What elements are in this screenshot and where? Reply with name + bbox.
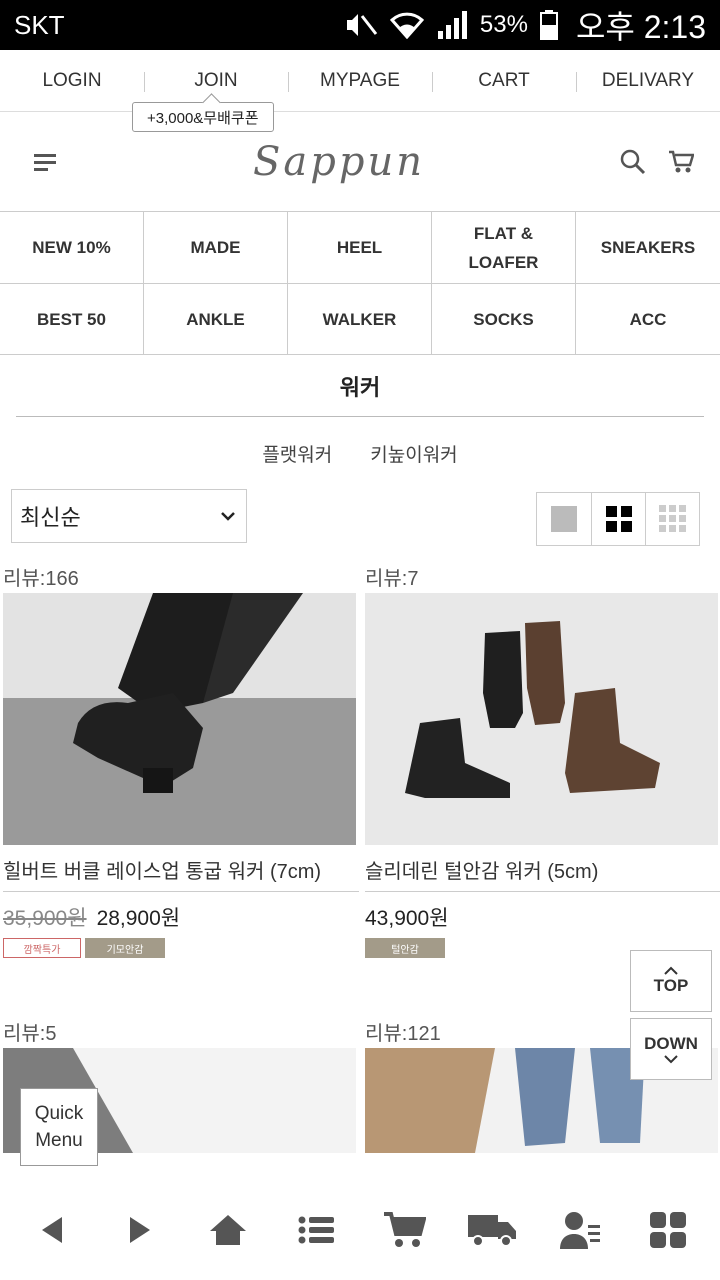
cart-button[interactable] bbox=[374, 1200, 434, 1260]
nav-delivery[interactable]: DELIVARY bbox=[576, 50, 720, 111]
mute-icon bbox=[346, 14, 378, 36]
scroll-down-label: DOWN bbox=[644, 1034, 698, 1053]
nav-login[interactable]: LOGIN bbox=[0, 50, 144, 111]
arrow-left-icon bbox=[42, 1217, 62, 1243]
bottom-toolbar bbox=[0, 1180, 720, 1280]
list-icon bbox=[298, 1216, 334, 1244]
category-flat-loafer[interactable]: FLAT & LOAFER bbox=[432, 212, 576, 283]
sort-select[interactable]: 최신순 bbox=[11, 489, 247, 543]
wifi-icon bbox=[389, 12, 424, 39]
list-toolbar: 최신순 bbox=[0, 489, 720, 565]
view-toggle bbox=[536, 492, 700, 546]
apps-button[interactable] bbox=[638, 1200, 698, 1260]
quick-menu-button[interactable]: Quick Menu bbox=[20, 1088, 98, 1166]
site-header: Sappun bbox=[0, 112, 720, 212]
battery-percent: 53% bbox=[479, 11, 528, 38]
product-card[interactable]: 리뷰:7 슬리데린 털안감 워커 (5cm) 43,900원 털안감 bbox=[365, 565, 720, 958]
sort-value: 최신순 bbox=[20, 505, 81, 530]
product-name[interactable]: 힐버트 버클 레이스업 통굽 워커 (7cm) bbox=[3, 845, 359, 892]
sale-price: 28,900원 bbox=[96, 907, 181, 930]
user-icon bbox=[560, 1212, 600, 1249]
sale-price: 43,900원 bbox=[365, 907, 449, 930]
cart-icon[interactable] bbox=[668, 150, 694, 174]
scroll-down-button[interactable]: DOWN bbox=[630, 1018, 712, 1080]
grid-icon bbox=[650, 1212, 686, 1248]
product-grid: 리뷰:166 힐버트 버클 레이스업 통굽 워커 (7cm) 35,900원 2… bbox=[0, 565, 720, 1153]
single-view-icon bbox=[551, 506, 577, 532]
view-single-button[interactable] bbox=[537, 493, 591, 545]
carrier-label: SKT bbox=[14, 9, 65, 40]
product-badge: 깜짝특가 bbox=[3, 938, 81, 958]
category-grid: NEW 10% MADE HEEL FLAT & LOAFER SNEAKERS… bbox=[0, 212, 720, 355]
review-count: 리뷰:166 bbox=[3, 568, 79, 590]
category-new[interactable]: NEW 10% bbox=[0, 212, 144, 283]
top-nav: LOGIN JOIN MYPAGE CART DELIVARY bbox=[0, 50, 720, 112]
scroll-top-label: TOP bbox=[653, 976, 689, 995]
category-made[interactable]: MADE bbox=[144, 212, 288, 283]
status-bar: SKT 53% 오후 2:13 bbox=[0, 0, 720, 50]
menu-icon[interactable] bbox=[34, 152, 58, 172]
view-double-button[interactable] bbox=[591, 493, 645, 545]
chevron-up-icon bbox=[664, 966, 678, 975]
category-best50[interactable]: BEST 50 bbox=[0, 283, 144, 354]
product-price: 43,900원 bbox=[365, 892, 720, 932]
subcategory-list: 플랫워커 키높이워커 bbox=[0, 417, 720, 489]
home-button[interactable] bbox=[198, 1200, 258, 1260]
battery-icon bbox=[539, 10, 558, 40]
category-socks[interactable]: SOCKS bbox=[432, 283, 576, 354]
view-triple-button[interactable] bbox=[645, 493, 699, 545]
list-button[interactable] bbox=[286, 1200, 346, 1260]
cart-icon bbox=[384, 1212, 426, 1247]
chevron-down-icon bbox=[664, 1055, 678, 1064]
page-title: 워커 bbox=[16, 355, 704, 417]
truck-icon bbox=[468, 1215, 516, 1247]
subcategory-flat-walker[interactable]: 플랫워커 bbox=[262, 440, 332, 467]
nav-mypage[interactable]: MYPAGE bbox=[288, 50, 432, 111]
original-price: 35,900원 bbox=[3, 907, 87, 930]
back-button[interactable] bbox=[22, 1200, 82, 1260]
review-count: 리뷰:7 bbox=[365, 568, 419, 590]
delivery-button[interactable] bbox=[462, 1200, 522, 1260]
review-count: 리뷰:5 bbox=[3, 1023, 57, 1045]
category-ankle[interactable]: ANKLE bbox=[144, 283, 288, 354]
signal-icon bbox=[437, 11, 467, 39]
logo[interactable]: Sappun bbox=[253, 139, 425, 185]
grid-2-icon bbox=[605, 506, 632, 532]
scroll-top-button[interactable]: TOP bbox=[630, 950, 712, 1012]
forward-button[interactable] bbox=[110, 1200, 170, 1260]
product-image[interactable] bbox=[3, 593, 356, 845]
product-image[interactable] bbox=[365, 593, 718, 845]
category-acc[interactable]: ACC bbox=[576, 283, 720, 354]
chevron-down-icon bbox=[221, 512, 235, 521]
clock: 오후 2:13 bbox=[575, 9, 706, 45]
category-heel[interactable]: HEEL bbox=[288, 212, 432, 283]
product-price: 35,900원 28,900원 bbox=[3, 892, 359, 932]
nav-cart[interactable]: CART bbox=[432, 50, 576, 111]
category-sneakers[interactable]: SNEAKERS bbox=[576, 212, 720, 283]
grid-3-icon bbox=[658, 505, 686, 532]
mypage-button[interactable] bbox=[550, 1200, 610, 1260]
product-card[interactable]: 리뷰:166 힐버트 버클 레이스업 통굽 워커 (7cm) 35,900원 2… bbox=[3, 565, 359, 958]
category-walker[interactable]: WALKER bbox=[288, 283, 432, 354]
search-icon[interactable] bbox=[620, 149, 646, 175]
product-name[interactable]: 슬리데린 털안감 워커 (5cm) bbox=[365, 845, 720, 892]
product-badge: 털안감 bbox=[365, 938, 445, 958]
home-icon bbox=[210, 1215, 246, 1245]
subcategory-elevator-walker[interactable]: 키높이워커 bbox=[370, 440, 457, 467]
quick-menu-label: Quick Menu bbox=[34, 1103, 84, 1151]
product-badge: 기모안감 bbox=[85, 938, 165, 958]
arrow-right-icon bbox=[130, 1217, 150, 1243]
coupon-tooltip[interactable]: +3,000&무배쿠폰 bbox=[132, 102, 274, 132]
